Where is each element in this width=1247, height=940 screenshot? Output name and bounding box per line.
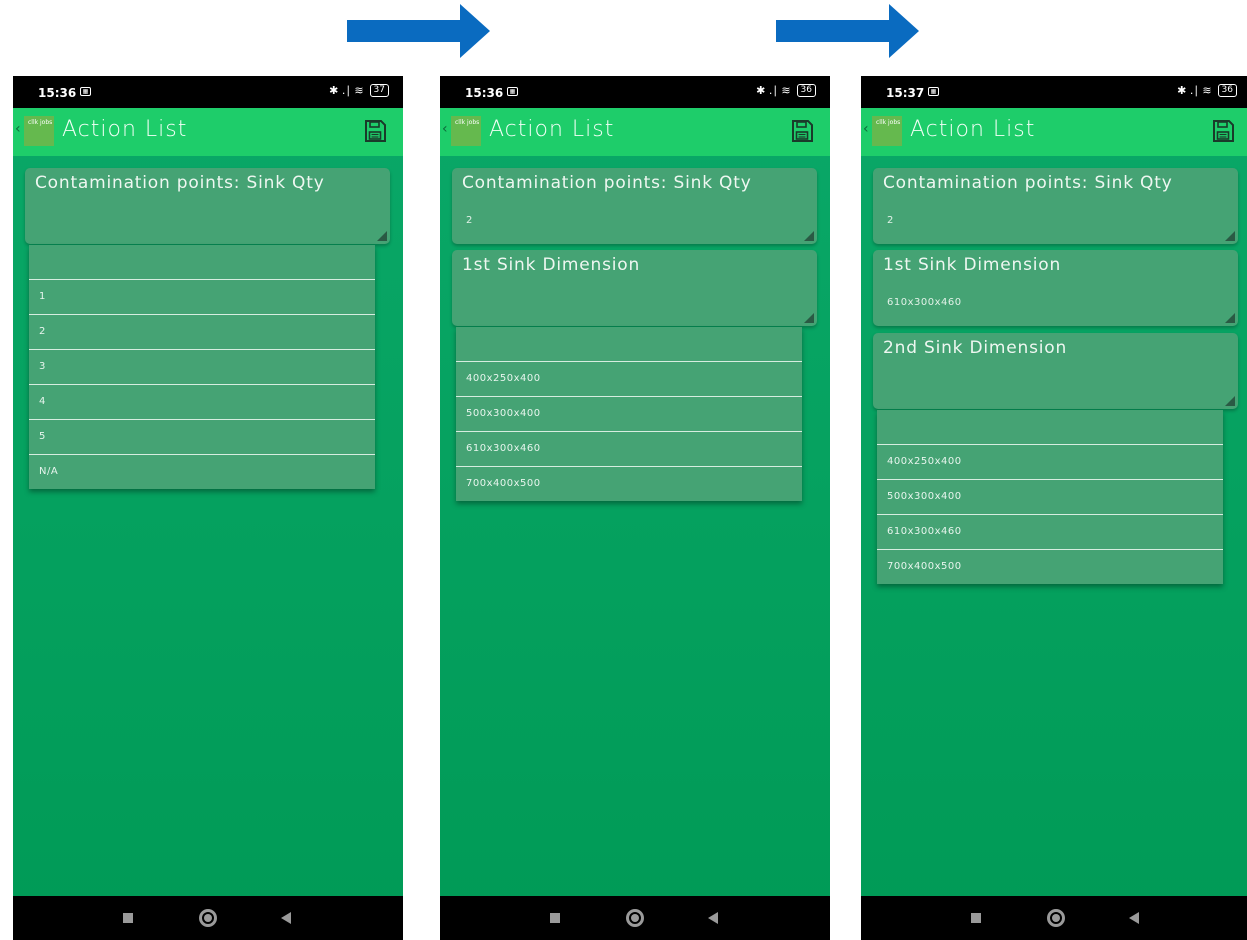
status-bar: 15:36 ▦ ✱ .∣ ≋ 36	[440, 76, 830, 108]
home-icon[interactable]	[626, 909, 644, 927]
dropdown-option[interactable]: 500x300x400	[877, 480, 1223, 515]
battery-icon: 37	[369, 84, 389, 97]
signal-icon: ✱ .∣ ≋	[1177, 84, 1212, 97]
dropdown-option[interactable]	[456, 327, 802, 362]
field-label: Contamination points: Sink Qty	[462, 173, 752, 193]
dropdown-option[interactable]: 5	[29, 420, 375, 455]
recents-icon[interactable]	[123, 913, 133, 923]
signal-icon: ✱ .∣ ≋	[756, 84, 791, 97]
dropdown-corner-icon	[804, 313, 814, 323]
dropdown-option[interactable]: 500x300x400	[456, 397, 802, 432]
back-icon[interactable]: ‹	[15, 121, 21, 137]
dropdown-list: 1 2 3 4 5 N/A	[29, 245, 375, 489]
signal-icon: ✱ .∣ ≋	[329, 84, 364, 97]
app-bar: ‹ cllk jobs Action List	[861, 108, 1247, 156]
save-icon[interactable]	[363, 119, 387, 143]
dropdown-option[interactable]: 4	[29, 385, 375, 420]
field-label: 2nd Sink Dimension	[883, 338, 1068, 358]
dropdown-list: 400x250x400 500x300x400 610x300x460 700x400…	[877, 410, 1223, 584]
dropdown-list: 400x250x400 500x300x400 610x300x460 700x400…	[456, 327, 802, 501]
back-icon[interactable]: ‹	[863, 121, 869, 137]
field-label: Contamination points: Sink Qty	[35, 173, 325, 193]
notification-icon: ▦	[928, 87, 939, 96]
dropdown-corner-icon	[1225, 313, 1235, 323]
home-icon[interactable]	[199, 909, 217, 927]
page-title: Action List	[910, 117, 1036, 142]
status-bar: 15:36 ▦ ✱ .∣ ≋ 37	[13, 76, 403, 108]
status-bar: 15:37 ▦ ✱ .∣ ≋ 36	[861, 76, 1247, 108]
field-label: 1st Sink Dimension	[462, 255, 641, 275]
field-value: 2	[887, 215, 894, 226]
field-card[interactable]: Contamination points: Sink Qty 2	[452, 168, 817, 244]
dropdown-option[interactable]	[29, 245, 375, 280]
battery-icon: 36	[796, 84, 816, 97]
field-card[interactable]: Contamination points: Sink Qty	[25, 168, 390, 244]
dropdown-option[interactable]: 400x250x400	[877, 445, 1223, 480]
field-value: 2	[466, 215, 473, 226]
page-title: Action List	[62, 117, 188, 142]
notification-icon: ▦	[80, 87, 91, 96]
notification-icon: ▦	[507, 87, 518, 96]
status-time: 15:37	[886, 86, 925, 100]
dropdown-option[interactable]: 610x300x460	[877, 515, 1223, 550]
dropdown-option[interactable]: 400x250x400	[456, 362, 802, 397]
nav-bar	[440, 896, 830, 940]
recents-icon[interactable]	[550, 913, 560, 923]
dropdown-option[interactable]: N/A	[29, 455, 375, 489]
back-nav-icon[interactable]	[281, 912, 291, 924]
dropdown-corner-icon	[377, 231, 387, 241]
home-icon[interactable]	[1047, 909, 1065, 927]
recents-icon[interactable]	[971, 913, 981, 923]
battery-icon: 36	[1217, 84, 1237, 97]
nav-bar	[13, 896, 403, 940]
back-nav-icon[interactable]	[708, 912, 718, 924]
field-card[interactable]: 1st Sink Dimension 610x300x460	[873, 250, 1238, 326]
app-logo: cllk jobs	[24, 116, 54, 146]
right-arrow-icon	[347, 4, 490, 58]
field-value: 610x300x460	[887, 297, 962, 308]
field-label: Contamination points: Sink Qty	[883, 173, 1173, 193]
phone-screen: 15:37 ▦ ✱ .∣ ≋ 36 ‹ cllk jobs Action Lis…	[861, 76, 1247, 940]
app-bar: ‹ cllk jobs Action List	[13, 108, 403, 156]
dropdown-corner-icon	[1225, 231, 1235, 241]
phone-screen: 15:36 ▦ ✱ .∣ ≋ 37 ‹ cllk jobs Action Lis…	[13, 76, 403, 940]
page-title: Action List	[489, 117, 615, 142]
dropdown-option[interactable]: 700x400x500	[877, 550, 1223, 584]
field-card[interactable]: 2nd Sink Dimension	[873, 333, 1238, 409]
status-time: 15:36	[38, 86, 77, 100]
system-icons: ✱ .∣ ≋ 36	[756, 84, 816, 97]
dropdown-corner-icon	[804, 231, 814, 241]
dropdown-option[interactable]: 1	[29, 280, 375, 315]
dropdown-option[interactable]: 2	[29, 315, 375, 350]
field-card[interactable]: Contamination points: Sink Qty 2	[873, 168, 1238, 244]
back-nav-icon[interactable]	[1129, 912, 1139, 924]
system-icons: ✱ .∣ ≋ 36	[1177, 84, 1237, 97]
app-logo: cllk jobs	[872, 116, 902, 146]
save-icon[interactable]	[1211, 119, 1235, 143]
app-logo: cllk jobs	[451, 116, 481, 146]
field-label: 1st Sink Dimension	[883, 255, 1062, 275]
back-icon[interactable]: ‹	[442, 121, 448, 137]
right-arrow-icon	[776, 4, 919, 58]
phone-screen: 15:36 ▦ ✱ .∣ ≋ 36 ‹ cllk jobs Action Lis…	[440, 76, 830, 940]
dropdown-option[interactable]: 3	[29, 350, 375, 385]
dropdown-option[interactable]	[877, 410, 1223, 445]
save-icon[interactable]	[790, 119, 814, 143]
nav-bar	[861, 896, 1247, 940]
dropdown-option[interactable]: 610x300x460	[456, 432, 802, 467]
status-time: 15:36	[465, 86, 504, 100]
dropdown-corner-icon	[1225, 396, 1235, 406]
field-card[interactable]: 1st Sink Dimension	[452, 250, 817, 326]
dropdown-option[interactable]: 700x400x500	[456, 467, 802, 501]
system-icons: ✱ .∣ ≋ 37	[329, 84, 389, 97]
app-bar: ‹ cllk jobs Action List	[440, 108, 830, 156]
